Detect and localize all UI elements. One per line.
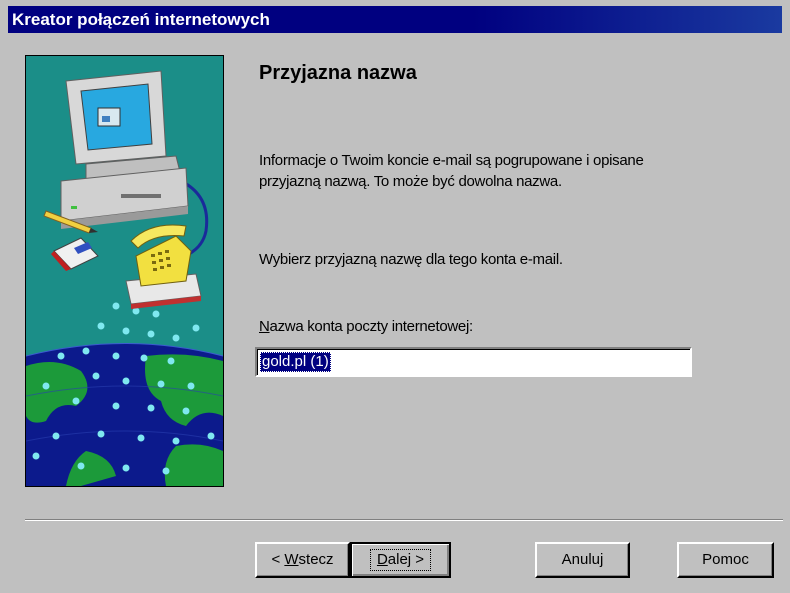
account-name-label: Nazwa konta poczty internetowej: <box>259 318 473 335</box>
info-text-line-2: przyjazną nazwą. To może być dowolna naz… <box>259 173 562 190</box>
account-name-value: gold.pl (1) <box>260 352 331 372</box>
title-bar[interactable]: Kreator połączeń internetowych <box>8 6 782 33</box>
back-button[interactable]: < Wstecz <box>255 542 350 578</box>
window-title: Kreator połączeń internetowych <box>12 10 270 29</box>
back-mnemonic: W <box>284 551 299 568</box>
wizard-illustration <box>25 55 224 487</box>
label-mnemonic: N <box>259 318 270 335</box>
next-button[interactable]: Dalej > <box>350 542 451 578</box>
page-heading: Przyjazna nazwa <box>259 62 417 84</box>
back-prefix: < <box>271 551 285 568</box>
button-separator <box>25 519 783 521</box>
wizard-window: Kreator połączeń internetowych Przyjazna… <box>0 0 790 593</box>
next-mnemonic: D <box>376 551 388 568</box>
instruction-text: Wybierz przyjazną nazwę dla tego konta e… <box>259 251 563 268</box>
next-focus: Dalej > <box>369 549 432 571</box>
info-text-line-1: Informacje o Twoim koncie e-mail są pogr… <box>259 152 644 169</box>
globe-icon <box>26 343 223 486</box>
back-text: stecz <box>298 551 334 568</box>
label-text: azwa konta poczty internetowej: <box>269 318 474 335</box>
cancel-button[interactable]: Anuluj <box>535 542 630 578</box>
next-text: alej > <box>387 551 425 568</box>
help-button[interactable]: Pomoc <box>677 542 774 578</box>
account-name-input[interactable]: gold.pl (1) <box>255 347 692 377</box>
